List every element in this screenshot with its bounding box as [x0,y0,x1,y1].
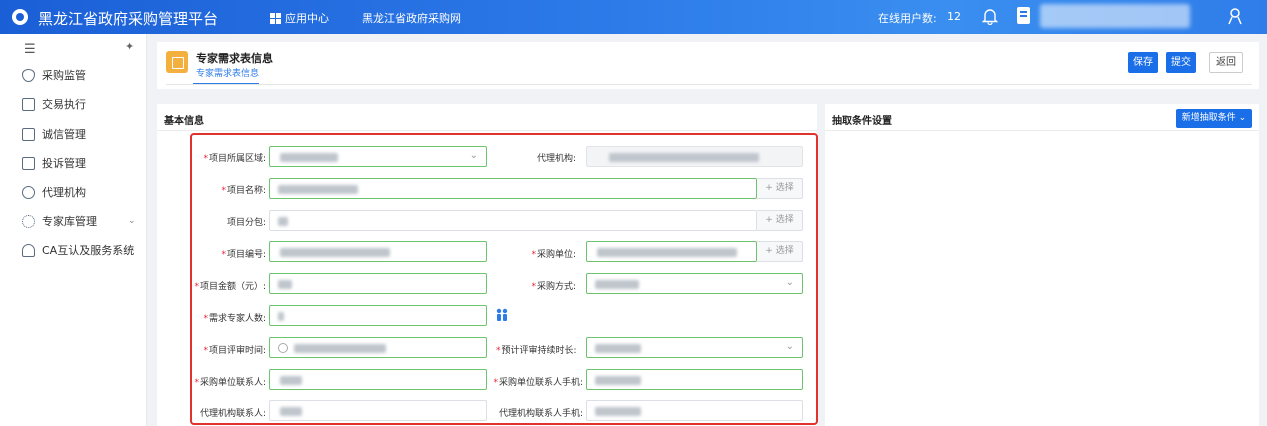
sidebar-item-transaction[interactable]: 交易执行 [0,93,147,115]
sidebar-item-credit[interactable]: 诚信管理 [0,123,147,145]
top-bar: 黑龙江省政府采购管理平台 应用中心 黑龙江省政府采购网 在线用户数: 12 [0,0,1267,34]
tab-expert-demand[interactable]: 专家需求表信息 [196,66,259,79]
grid-icon [270,12,281,24]
menu-toggle-icon[interactable]: ☰ [24,42,36,57]
section-title: 抽取条件设置 [832,116,892,127]
sidebar-item-label: 专家库管理 [42,215,97,228]
sidebar-item-label: CA互认及服务系统 [42,244,135,257]
sidebar-item-expert-library[interactable]: 专家库管理 ⌄ [0,210,147,232]
add-condition-button[interactable]: 新增抽取条件 ⌄ [1176,109,1252,128]
todo-document-icon[interactable] [1017,7,1030,24]
sidebar-item-label: 交易执行 [42,98,86,111]
online-users-count: 12 [947,10,961,23]
chevron-down-icon: ⌄ [1235,113,1247,123]
complaint-icon [22,156,35,170]
bell-icon[interactable] [982,7,998,25]
sidebar-item-ca-system[interactable]: CA互认及服务系统 [0,239,147,261]
extraction-conditions-panel: 抽取条件设置 新增抽取条件 ⌄ [825,104,1259,426]
divider [157,130,817,131]
page-header: 专家需求表信息 专家需求表信息 保存 提交 返回 [157,42,1259,89]
sidebar-item-label: 诚信管理 [42,128,86,141]
gear-icon [22,214,35,228]
highlight-frame [190,133,818,425]
submit-button[interactable]: 提交 [1166,52,1196,73]
platform-logo-icon [12,9,28,25]
save-button[interactable]: 保存 [1128,52,1158,73]
page-title: 专家需求表信息 [196,52,273,65]
user-name-redacted [1040,4,1190,28]
app-center-label: 应用中心 [285,12,329,25]
chevron-down-icon: ⌄ [128,216,136,226]
divider [166,84,1252,85]
certificate-icon [22,243,35,257]
section-title: 基本信息 [164,116,204,127]
pin-icon[interactable]: ✦ [125,40,134,53]
sidebar-item-label: 投诉管理 [42,157,86,170]
person-icon [22,185,35,199]
add-condition-label: 新增抽取条件 [1181,113,1236,123]
app-title: 黑龙江省政府采购管理平台 [38,10,219,28]
form-icon [166,51,188,73]
online-users-label: 在线用户数: [878,12,937,25]
portal-link[interactable]: 黑龙江省政府采购网 [362,10,461,26]
sidebar-item-label: 代理机构 [42,186,86,199]
list-icon [22,127,35,141]
sidebar-item-agency[interactable]: 代理机构 [0,181,147,203]
app-center-link[interactable]: 应用中心 [270,10,329,26]
user-icon[interactable] [1227,7,1243,25]
sidebar-item-procurement-supervision[interactable]: 采购监管 [0,64,147,86]
clipboard-icon [22,97,35,111]
shield-icon [22,68,35,82]
divider [825,130,1259,131]
sidebar: ☰ ✦ 采购监管 交易执行 诚信管理 投诉管理 代理机构 专家库管理 ⌄ CA互… [0,34,147,426]
sidebar-item-label: 采购监管 [42,69,86,82]
sidebar-item-complaint[interactable]: 投诉管理 [0,152,147,174]
back-button[interactable]: 返回 [1209,52,1243,73]
